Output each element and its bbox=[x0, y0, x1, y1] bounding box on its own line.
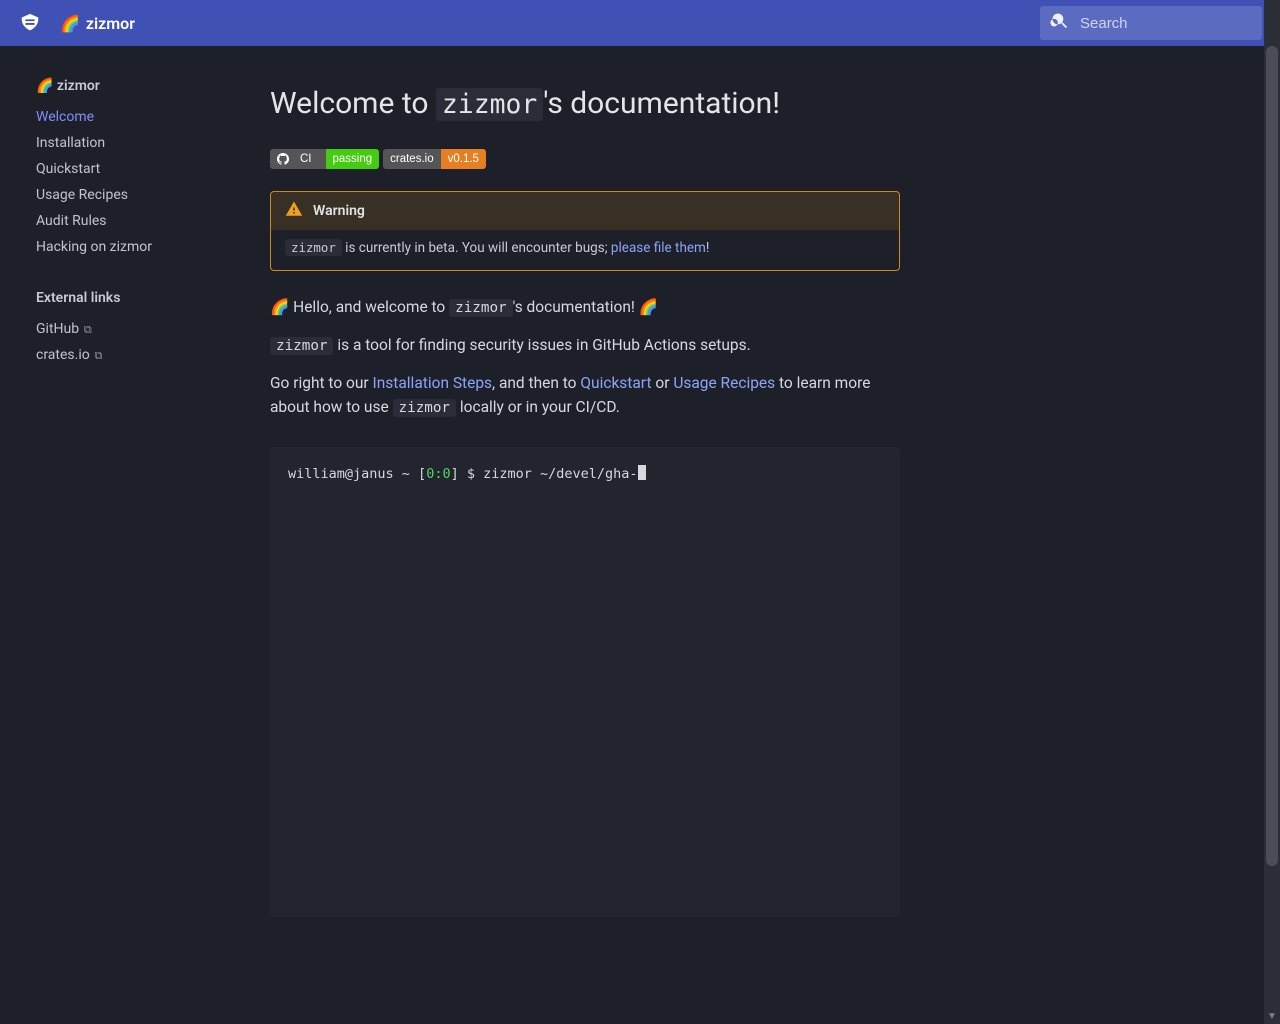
sidebar-nav: Welcome Installation Quickstart Usage Re… bbox=[36, 104, 228, 260]
warning-body: zizmor is currently in beta. You will en… bbox=[271, 230, 899, 270]
sidebar-external-list: GitHub ⧉ crates.io ⧉ bbox=[36, 316, 228, 368]
search-input[interactable] bbox=[1078, 14, 1252, 33]
link-usage-recipes[interactable]: Usage Recipes bbox=[673, 374, 775, 392]
scrollbar[interactable]: ▼ bbox=[1264, 0, 1280, 1024]
warning-title: Warning bbox=[313, 203, 365, 219]
scrollbar-thumb[interactable] bbox=[1266, 46, 1278, 866]
sidebar-item-welcome[interactable]: Welcome bbox=[36, 104, 228, 130]
main-content: Welcome to zizmor's documentation! CI pa… bbox=[240, 46, 960, 1024]
warning-icon bbox=[285, 200, 303, 222]
warning-admonition: Warning zizmor is currently in beta. You… bbox=[270, 191, 900, 271]
link-installation-steps[interactable]: Installation Steps bbox=[373, 374, 493, 392]
sidebar-project-label: 🌈 zizmor bbox=[36, 78, 228, 94]
header-title[interactable]: 🌈 zizmor bbox=[60, 14, 135, 33]
sidebar-item-audit-rules[interactable]: Audit Rules bbox=[36, 208, 228, 234]
header-title-prefix: 🌈 bbox=[60, 14, 80, 33]
search-box[interactable] bbox=[1040, 6, 1262, 40]
sidebar-ext-github[interactable]: GitHub ⧉ bbox=[36, 316, 228, 342]
logo-icon[interactable] bbox=[18, 11, 42, 35]
badge-ci[interactable]: CI passing bbox=[270, 149, 379, 169]
header: 🌈 zizmor bbox=[0, 0, 1280, 46]
external-link-icon: ⧉ bbox=[92, 349, 103, 362]
badges-row: CI passing crates.io v0.1.5 bbox=[270, 149, 900, 169]
sidebar: 🌈 zizmor Welcome Installation Quickstart… bbox=[0, 46, 240, 1024]
sidebar-item-hacking[interactable]: Hacking on zizmor bbox=[36, 234, 228, 260]
sidebar-external-heading: External links bbox=[36, 290, 228, 306]
sidebar-ext-crates[interactable]: crates.io ⧉ bbox=[36, 342, 228, 368]
github-icon bbox=[277, 153, 289, 165]
warning-file-link[interactable]: please file them bbox=[611, 240, 706, 256]
page-title: Welcome to zizmor's documentation! bbox=[270, 86, 900, 121]
intro-paragraph-1: 🌈 Hello, and welcome to zizmor's documen… bbox=[270, 295, 900, 319]
badge-crates[interactable]: crates.io v0.1.5 bbox=[383, 149, 486, 169]
intro-paragraph-3: Go right to our Installation Steps, and … bbox=[270, 371, 900, 419]
sidebar-item-installation[interactable]: Installation bbox=[36, 130, 228, 156]
sidebar-item-usage-recipes[interactable]: Usage Recipes bbox=[36, 182, 228, 208]
terminal-demo: william@janus ~ [0:0] $ zizmor ~/devel/g… bbox=[270, 447, 900, 917]
warning-header: Warning bbox=[271, 192, 899, 230]
cursor-icon bbox=[638, 465, 646, 480]
intro-paragraph-2: zizmor is a tool for finding security is… bbox=[270, 333, 900, 357]
link-quickstart[interactable]: Quickstart bbox=[580, 374, 651, 392]
external-link-icon: ⧉ bbox=[81, 323, 92, 336]
header-title-text: zizmor bbox=[86, 14, 135, 33]
scrollbar-down-icon[interactable]: ▼ bbox=[1264, 1008, 1280, 1024]
search-icon bbox=[1050, 11, 1070, 35]
sidebar-item-quickstart[interactable]: Quickstart bbox=[36, 156, 228, 182]
